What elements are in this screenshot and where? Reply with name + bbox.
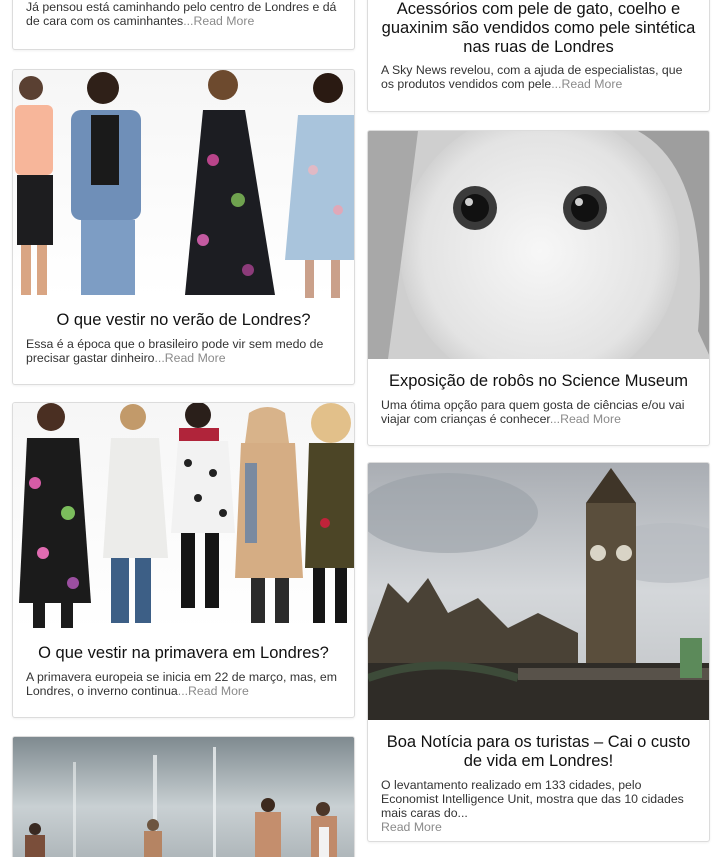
article-card[interactable]: Acessórios com pele de gato, coelho e gu… (367, 0, 710, 112)
article-card[interactable]: O que vestir na primavera em Londres? A … (12, 402, 355, 718)
read-more-link[interactable]: ...Read More (183, 14, 254, 28)
article-title[interactable]: Boa Notícia para os turistas – Cai o cus… (368, 733, 709, 771)
read-more-link[interactable]: ...Read More (550, 412, 621, 426)
article-excerpt: Já pensou está caminhando pelo centro de… (26, 0, 337, 28)
read-more-link[interactable]: ...Read More (155, 351, 226, 365)
read-more-link[interactable]: ...Read More (551, 77, 622, 91)
read-more-link[interactable]: ...Read More (178, 684, 249, 698)
robot-photo (368, 131, 709, 359)
article-title[interactable]: O que vestir no verão de Londres? (13, 311, 354, 330)
article-title[interactable]: Acessórios com pele de gato, coelho e gu… (368, 0, 709, 57)
spring-fashion-photo (19, 403, 354, 628)
fountain-photo (13, 737, 354, 857)
summer-fashion-photo (15, 70, 354, 298)
read-more-link[interactable]: Read More (381, 820, 442, 834)
article-excerpt: O levantamento realizado em 133 cidades,… (381, 778, 684, 834)
article-excerpt: Uma ótima opção para quem gosta de ciênc… (381, 398, 685, 426)
article-image[interactable] (13, 70, 354, 298)
article-image[interactable] (368, 131, 709, 359)
article-image[interactable] (13, 737, 354, 857)
article-title[interactable]: O que vestir na primavera em Londres? (13, 644, 354, 663)
article-card[interactable]: Exposição de robôs no Science Museum Uma… (367, 130, 710, 446)
big-ben-photo (368, 463, 709, 720)
article-card[interactable] (12, 736, 355, 857)
article-image[interactable] (368, 463, 709, 720)
article-card[interactable]: Já pensou está caminhando pelo centro de… (12, 0, 355, 50)
article-card[interactable]: Boa Notícia para os turistas – Cai o cus… (367, 462, 710, 842)
article-excerpt: A primavera europeia se inicia em 22 de … (26, 670, 337, 698)
article-title[interactable]: Exposição de robôs no Science Museum (368, 372, 709, 391)
article-card[interactable]: O que vestir no verão de Londres? Essa é… (12, 69, 355, 385)
article-excerpt: Essa é a época que o brasileiro pode vir… (26, 337, 324, 365)
article-excerpt: A Sky News revelou, com a ajuda de espec… (381, 63, 683, 91)
article-image[interactable] (13, 403, 354, 631)
